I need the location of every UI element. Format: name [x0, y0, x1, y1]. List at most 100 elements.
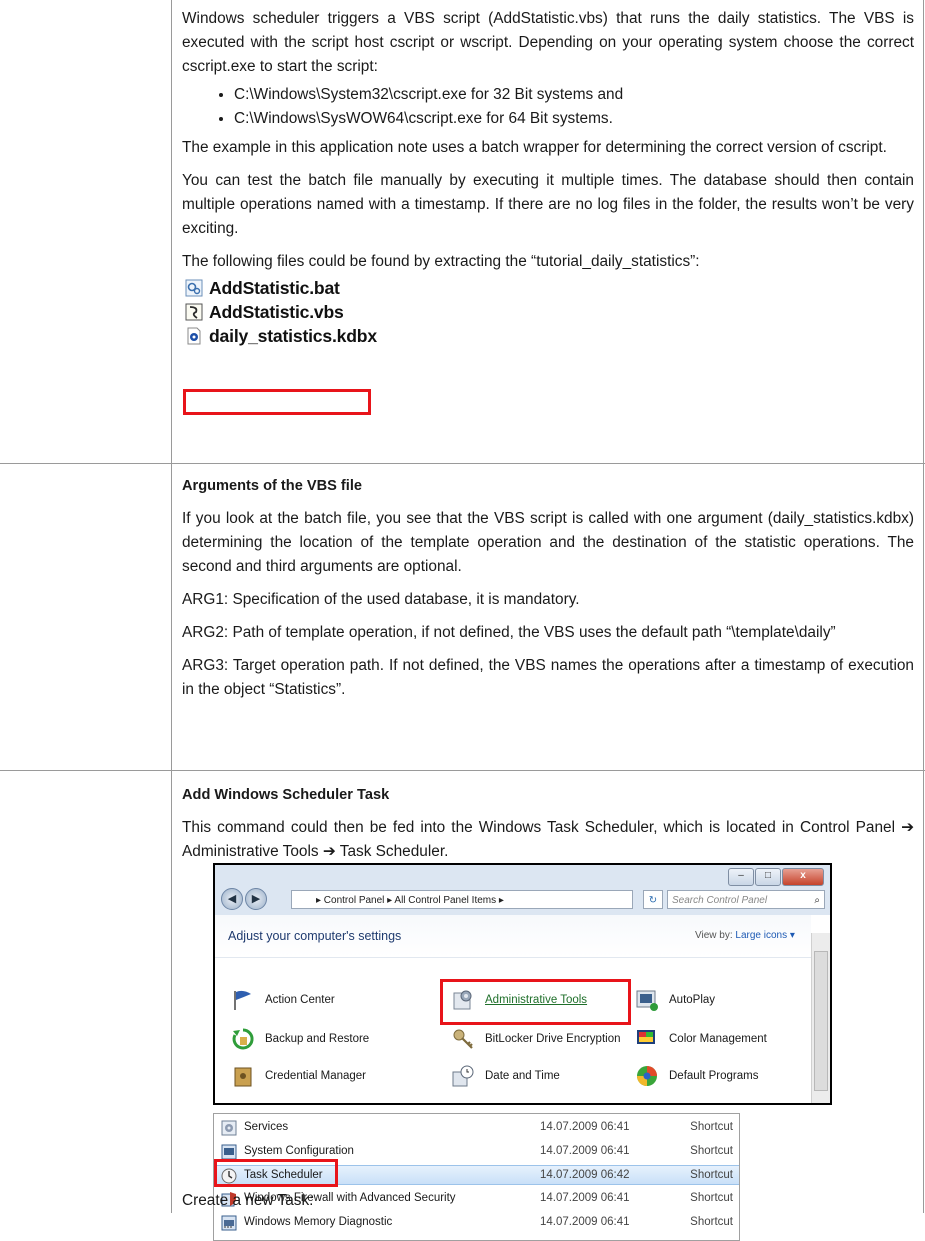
file-name: daily_statistics.kdbx [209, 325, 377, 346]
row-name: Windows Memory Diagnostic [244, 1216, 393, 1228]
row-type: Shortcut [690, 1145, 733, 1157]
memory-diagnostic-icon [221, 1215, 237, 1231]
back-icon[interactable]: ◀ [221, 888, 243, 910]
close-icon[interactable]: x [782, 868, 824, 886]
row-type: Shortcut [690, 1169, 733, 1181]
control-panel-header: Adjust your computer's settings View by:… [215, 915, 811, 958]
view-by-dropdown[interactable]: View by: Large icons ▾ [695, 930, 795, 941]
admin-tools-icon [453, 990, 472, 1010]
forward-icon[interactable]: ▶ [245, 888, 267, 910]
create-task-line: Create a new Task: [182, 1189, 914, 1213]
row-divider [0, 463, 925, 464]
cp-item-color-management[interactable]: Color Management [635, 1027, 767, 1051]
address-bar[interactable]: ▸ Control Panel ▸ All Control Panel Item… [291, 890, 633, 909]
list-item: C:\Windows\SysWOW64\cscript.exe for 64 B… [234, 107, 914, 131]
intro-paragraph: Windows scheduler triggers a VBS script … [182, 10, 914, 75]
task-scheduler-paragraph: This command could then be fed into the … [182, 819, 914, 860]
key-icon [453, 1029, 473, 1049]
scrollbar[interactable] [811, 933, 830, 1103]
row-date: 14.07.2009 06:41 [540, 1216, 630, 1228]
vbs-script-icon [185, 303, 203, 321]
address-path: ▸ Control Panel ▸ All Control Panel Item… [316, 895, 504, 906]
minimize-icon[interactable]: – [728, 868, 754, 886]
file-list: AddStatistic.bat AddStatistic.vbs daily_… [182, 276, 914, 348]
row-date: 14.07.2009 06:41 [540, 1145, 630, 1157]
kdbx-file-icon [187, 327, 201, 345]
cp-item-credential-manager[interactable]: Credential Manager [231, 1064, 366, 1088]
task-scheduler-icon [221, 1168, 237, 1184]
cp-item-label: Default Programs [669, 1070, 759, 1082]
backup-icon [232, 1028, 254, 1050]
row-divider [0, 770, 925, 771]
color-management-icon [637, 1030, 655, 1044]
section-title: Add Windows Scheduler Task [182, 787, 390, 803]
cp-item-label: Action Center [265, 994, 335, 1006]
admin-tools-list: Services 14.07.2009 06:41 Shortcut Syste… [213, 1113, 740, 1241]
autoplay-icon [636, 990, 658, 1011]
search-input[interactable]: Search Control Panel ⌕ [667, 890, 825, 909]
create-task-paragraph: Create a new Task: [182, 1192, 314, 1209]
cp-item-backup-restore[interactable]: Backup and Restore [231, 1027, 369, 1051]
credential-icon [234, 1067, 252, 1087]
column-divider [171, 0, 172, 1213]
row-name: Services [244, 1121, 289, 1133]
list-item: C:\Windows\System32\cscript.exe for 32 B… [234, 83, 914, 107]
list-row-services[interactable]: Services 14.07.2009 06:41 Shortcut [214, 1118, 739, 1138]
file-item[interactable]: daily_statistics.kdbx [182, 324, 914, 348]
file-item[interactable]: AddStatistic.vbs [182, 300, 914, 324]
right-border [923, 0, 924, 1213]
section-scheduler-task: Add Windows Scheduler Task This command … [182, 784, 914, 864]
file-name: AddStatistic.vbs [209, 301, 344, 322]
cp-item-label: Date and Time [485, 1070, 560, 1082]
batch-file-icon [185, 279, 203, 297]
arg2-paragraph: ARG2: Path of template operation, if not… [182, 624, 836, 641]
list-row-task-scheduler[interactable]: Task Scheduler 14.07.2009 06:42 Shortcut [214, 1165, 739, 1185]
cp-item-label: Credential Manager [265, 1070, 367, 1082]
test-paragraph: You can test the batch file manually by … [182, 172, 914, 237]
row-type: Shortcut [690, 1121, 733, 1133]
refresh-icon[interactable]: ↻ [643, 890, 663, 909]
file-item[interactable]: AddStatistic.bat [182, 276, 914, 300]
maximize-icon[interactable]: □ [755, 868, 781, 886]
view-by-value: Large icons ▾ [735, 930, 795, 941]
system-configuration-icon [221, 1144, 237, 1160]
cp-item-label: Color Management [669, 1033, 767, 1045]
cp-item-default-programs[interactable]: Default Programs [635, 1064, 758, 1088]
window-titlebar: – □ x ◀ ▶ ▸ Control Panel ▸ All Control … [215, 865, 830, 915]
row-name: System Configuration [244, 1145, 354, 1157]
cp-item-autoplay[interactable]: AutoPlay [635, 988, 715, 1012]
page-title: Adjust your computer's settings [228, 929, 402, 943]
arg3-paragraph: ARG3: Target operation path. If not defi… [182, 657, 914, 698]
list-row-windows-memory-diagnostic[interactable]: Windows Memory Diagnostic 14.07.2009 06:… [214, 1213, 739, 1233]
cp-item-label: AutoPlay [669, 994, 716, 1006]
section-title: Arguments of the VBS file [182, 478, 363, 494]
files-intro-paragraph: The following files could be found by ex… [182, 253, 700, 270]
row-date: 14.07.2009 06:42 [540, 1169, 630, 1181]
clock-icon [452, 1065, 474, 1087]
control-panel-window: – □ x ◀ ▶ ▸ Control Panel ▸ All Control … [213, 863, 832, 1105]
row-date: 14.07.2009 06:41 [540, 1121, 630, 1133]
cp-item-label: Backup and Restore [265, 1033, 370, 1045]
file-name: AddStatistic.bat [209, 277, 340, 298]
scrollbar-thumb[interactable] [814, 951, 828, 1091]
cp-item-label: Administrative Tools [485, 994, 588, 1006]
cp-item-label: BitLocker Drive Encryption [485, 1033, 621, 1045]
window-controls: – □ x [727, 868, 824, 886]
default-programs-icon [637, 1066, 657, 1086]
search-placeholder: Search Control Panel [672, 895, 768, 906]
batch-wrapper-paragraph: The example in this application note use… [182, 139, 887, 156]
services-icon [221, 1120, 237, 1136]
cp-item-administrative-tools[interactable]: Administrative Tools [451, 988, 587, 1012]
cp-item-bitlocker[interactable]: BitLocker Drive Encryption [451, 1027, 621, 1051]
row-name: Task Scheduler [244, 1169, 323, 1181]
section-vbs-arguments: Arguments of the VBS file If you look at… [182, 475, 914, 702]
list-row-system-configuration[interactable]: System Configuration 14.07.2009 06:41 Sh… [214, 1142, 739, 1162]
section-scheduler-intro: Windows scheduler triggers a VBS script … [182, 7, 914, 348]
view-by-label: View by: [695, 930, 733, 941]
cp-item-date-time[interactable]: Date and Time [451, 1064, 560, 1088]
flag-icon [234, 990, 251, 1010]
cscript-path-list: C:\Windows\System32\cscript.exe for 32 B… [182, 83, 914, 131]
cp-item-action-center[interactable]: Action Center [231, 988, 335, 1012]
arg1-paragraph: ARG1: Specification of the used database… [182, 591, 580, 608]
search-icon: ⌕ [814, 895, 820, 906]
